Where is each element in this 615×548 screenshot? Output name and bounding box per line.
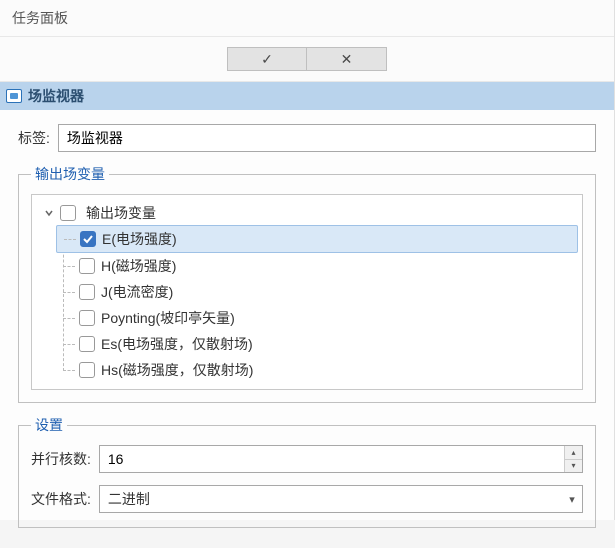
tree-item[interactable]: E(电场强度) (56, 225, 578, 253)
tree-item-label: E(电场强度) (102, 229, 177, 249)
tree-root-label: 输出场变量 (86, 203, 156, 223)
tree-item[interactable]: Hs(磁场强度，仅散射场) (56, 357, 578, 383)
tree-item-checkbox[interactable] (79, 362, 95, 378)
chevron-down-icon: ▾ (562, 493, 582, 506)
chevron-down-icon: ▾ (571, 461, 575, 470)
tree-item-checkbox[interactable] (79, 310, 95, 326)
label-field-label: 标签: (18, 128, 50, 148)
monitor-icon (6, 89, 22, 103)
spinner-down-button[interactable]: ▾ (565, 459, 582, 473)
format-label: 文件格式: (31, 489, 91, 509)
cancel-button[interactable]: ✕ (307, 47, 387, 71)
tree-guide-line (63, 318, 75, 319)
tree-item-checkbox[interactable] (79, 258, 95, 274)
tree-item-label: Hs(磁场强度，仅散射场) (101, 360, 253, 380)
section-header: 场监视器 (0, 82, 614, 110)
tree-guide-line (63, 344, 75, 345)
tree-guide-line (63, 266, 75, 267)
tree-item[interactable]: J(电流密度) (56, 279, 578, 305)
action-bar: ✓ ✕ (0, 37, 614, 82)
confirm-button[interactable]: ✓ (227, 47, 307, 71)
cores-spinner: ▴ ▾ (99, 445, 583, 473)
close-icon: ✕ (341, 51, 353, 68)
tree-guide-line (63, 370, 75, 371)
label-input[interactable] (58, 124, 596, 152)
tree-item[interactable]: Es(电场强度，仅散射场) (56, 331, 578, 357)
settings-legend: 设置 (31, 415, 67, 435)
tree-item-label: H(磁场强度) (101, 256, 176, 276)
cores-input[interactable] (100, 446, 564, 472)
chevron-down-icon[interactable] (42, 206, 56, 220)
panel-title: 任务面板 (0, 0, 614, 37)
cores-row: 并行核数: ▴ ▾ (31, 445, 583, 473)
spinner-buttons: ▴ ▾ (564, 446, 582, 472)
tree-item-label: J(电流密度) (101, 282, 173, 302)
tree-item-label: Poynting(坡印亭矢量) (101, 308, 235, 328)
spinner-up-button[interactable]: ▴ (565, 446, 582, 459)
task-panel: 任务面板 ✓ ✕ 场监视器 标签: 输出场变量 输出场变量 (0, 0, 615, 520)
tree-item-label: Es(电场强度，仅散射场) (101, 334, 253, 354)
format-select[interactable]: 二进制 ▾ (99, 485, 583, 513)
output-tree: 输出场变量 E(电场强度) H(磁场强度) J(电流密度) Poynting(坡印亭矢… (31, 194, 583, 390)
format-value: 二进制 (100, 486, 562, 512)
tree-root[interactable]: 输出场变量 (36, 201, 578, 225)
section-title: 场监视器 (28, 86, 84, 106)
tree-item-checkbox[interactable] (79, 336, 95, 352)
root-checkbox[interactable] (60, 205, 76, 221)
tree-guide-line (63, 292, 75, 293)
tree-item-checkbox[interactable] (79, 284, 95, 300)
chevron-up-icon: ▴ (571, 448, 575, 457)
tree-guide-line (64, 239, 76, 240)
settings-fieldset: 设置 并行核数: ▴ ▾ 文件格式: (18, 415, 596, 528)
cores-label: 并行核数: (31, 449, 91, 469)
panel-body: 标签: 输出场变量 输出场变量 E(电场强度) H(磁场强度) J(电流密度) Poy… (0, 110, 614, 548)
tree-item[interactable]: Poynting(坡印亭矢量) (56, 305, 578, 331)
check-icon: ✓ (261, 51, 273, 68)
format-row: 文件格式: 二进制 ▾ (31, 485, 583, 513)
tree-item-checkbox[interactable] (80, 231, 96, 247)
tree-children: E(电场强度) H(磁场强度) J(电流密度) Poynting(坡印亭矢量) Es(电… (56, 225, 578, 383)
label-row: 标签: (18, 124, 596, 152)
output-fieldset: 输出场变量 输出场变量 E(电场强度) H(磁场强度) J(电流密度) Poyntin… (18, 164, 596, 403)
output-legend: 输出场变量 (31, 164, 109, 184)
tree-item[interactable]: H(磁场强度) (56, 253, 578, 279)
